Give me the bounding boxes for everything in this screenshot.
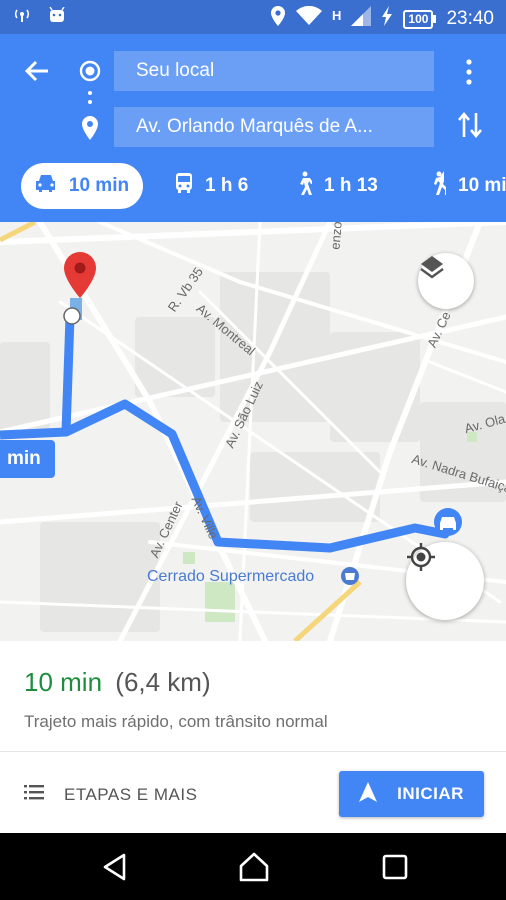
route-dots: [88, 91, 92, 109]
route-summary-sheet: 10 min (6,4 km) Trajeto mais rápido, com…: [0, 641, 506, 833]
travel-modes: 10 min 1 h 6 1 h 13 10 mi: [0, 163, 506, 209]
street-label: enzo: [327, 222, 345, 251]
current-car-marker: [434, 508, 462, 536]
walk-icon: [296, 171, 314, 201]
bus-icon: [175, 173, 193, 199]
my-location-button[interactable]: [406, 542, 484, 620]
mode-transit-label: 1 h 6: [205, 175, 249, 196]
system-nav-bar: [0, 833, 506, 900]
home-icon[interactable]: [238, 852, 269, 882]
destination-marker: [63, 252, 96, 325]
more-options-icon[interactable]: [462, 58, 476, 86]
mode-driving[interactable]: 10 min: [21, 163, 143, 209]
mode-transit[interactable]: 1 h 6: [175, 163, 248, 209]
route-summary: 10 min (6,4 km): [24, 667, 211, 698]
list-icon: [24, 784, 44, 805]
mode-walking-label: 1 h 13: [324, 175, 378, 196]
directions-header: Seu local Av. Orlando Marquês de A... 10…: [0, 34, 506, 222]
market-poi-icon: [341, 567, 359, 585]
divider: [0, 751, 506, 752]
origin-input[interactable]: Seu local: [114, 51, 434, 91]
destination-input[interactable]: Av. Orlando Marquês de A...: [114, 107, 434, 147]
route-distance: (6,4 km): [115, 667, 211, 697]
network-type: H: [332, 7, 342, 23]
mode-walking[interactable]: 1 h 13: [296, 163, 378, 209]
route-duration: 10 min: [24, 667, 103, 697]
android-icon: [48, 6, 66, 28]
route-duration-label[interactable]: min: [0, 440, 55, 478]
mode-driving-label: 10 min: [68, 175, 130, 196]
poi-label[interactable]: Cerrado Supermercado: [147, 568, 314, 586]
signal-icon: [14, 7, 30, 28]
cell-signal-icon: [351, 6, 372, 32]
navigation-arrow-icon: [359, 781, 378, 807]
start-label: INICIAR: [397, 784, 464, 803]
origin-icon: [79, 60, 101, 82]
back-arrow-icon[interactable]: [22, 56, 52, 86]
back-triangle-icon[interactable]: [100, 852, 130, 882]
start-button[interactable]: INICIAR: [339, 771, 484, 817]
park-area: [205, 582, 235, 622]
mode-rideshare-label: 10 mi: [458, 175, 506, 196]
status-bar: H 100 23:40: [0, 0, 506, 34]
mode-rideshare[interactable]: 10 mi: [428, 163, 506, 209]
destination-pin-icon: [80, 116, 100, 140]
car-icon: [35, 174, 57, 198]
map-view[interactable]: R. Vb 35 Av. Montreal Av. São Luiz Av. C…: [0, 222, 506, 641]
charging-icon: [381, 6, 393, 32]
steps-button[interactable]: ETAPAS E MAIS: [24, 784, 197, 805]
battery-level: 100: [403, 9, 434, 29]
swap-icon[interactable]: [456, 109, 484, 141]
clock: 23:40: [446, 8, 494, 29]
wifi-icon: [296, 5, 323, 32]
recents-icon[interactable]: [380, 852, 410, 882]
battery-icon: 100: [403, 9, 437, 29]
steps-label: ETAPAS E MAIS: [64, 784, 198, 804]
location-icon: [270, 6, 286, 32]
route-description: Trajeto mais rápido, com trânsito normal: [24, 712, 328, 731]
layers-button[interactable]: [418, 253, 474, 309]
rideshare-icon: [428, 171, 447, 201]
